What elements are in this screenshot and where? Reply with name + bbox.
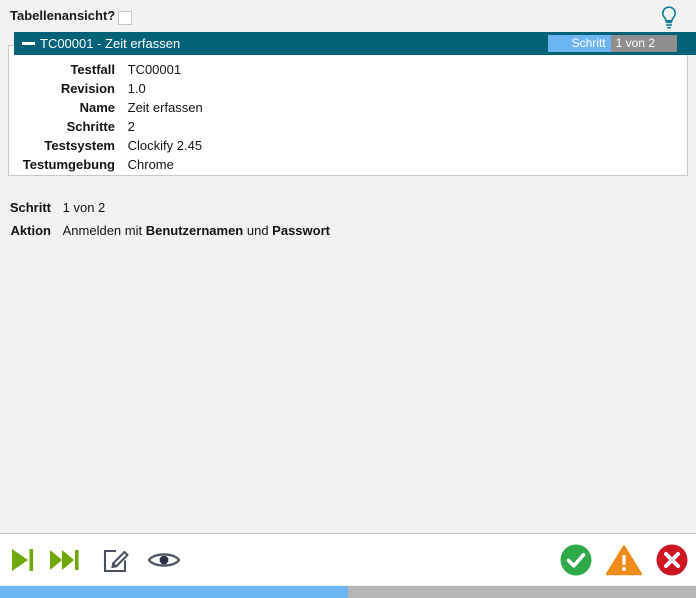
edit-pencil-square-icon bbox=[100, 544, 132, 579]
bottom-progress-bar bbox=[0, 586, 696, 598]
action-term-1: Benutzernamen bbox=[145, 223, 244, 238]
fast-forward-end-icon bbox=[48, 545, 84, 578]
testcase-header-bar[interactable]: TC00001 - Zeit erfassen Schritt 1 von 2 bbox=[14, 32, 696, 55]
detail-label: Revision bbox=[60, 81, 115, 96]
detail-row: Testfall TC00001 bbox=[9, 60, 687, 79]
check-circle-icon bbox=[559, 543, 593, 580]
detail-label: Testumgebung bbox=[22, 157, 115, 172]
detail-row: Testumgebung Chrome bbox=[9, 155, 687, 174]
x-circle-icon bbox=[655, 543, 689, 580]
current-action-row: Aktion Anmelden mit Benutzernamen und Pa… bbox=[0, 219, 696, 242]
detail-value: TC00001 bbox=[127, 62, 182, 77]
testcase-title: TC00001 - Zeit erfassen bbox=[40, 36, 181, 51]
table-view-label: Tabellenansicht? bbox=[10, 8, 116, 23]
result-warn-button[interactable] bbox=[604, 543, 644, 579]
current-action-value: Anmelden mit Benutzernamen und Passwort bbox=[55, 219, 330, 242]
action-term-2: Passwort bbox=[272, 223, 330, 238]
current-action-label: Aktion bbox=[10, 223, 51, 238]
detail-value: 1.0 bbox=[127, 81, 146, 96]
lightbulb-icon[interactable] bbox=[657, 4, 681, 30]
detail-row: Revision 1.0 bbox=[9, 79, 687, 98]
step-progress-badge: Schritt 1 von 2 bbox=[547, 35, 677, 52]
minus-collapse-icon[interactable] bbox=[22, 42, 35, 45]
detail-row: Schritte 2 bbox=[9, 117, 687, 136]
skip-next-icon bbox=[7, 545, 37, 578]
current-step-value: 1 von 2 bbox=[62, 200, 106, 215]
bottom-progress-fill bbox=[0, 586, 348, 598]
table-view-checkbox[interactable] bbox=[118, 11, 132, 25]
detail-label: Testfall bbox=[70, 62, 115, 77]
eye-icon bbox=[147, 548, 181, 575]
view-button[interactable] bbox=[144, 543, 184, 579]
testcase-detail-list: Testfall TC00001 Revision 1.0 Name Zeit … bbox=[9, 60, 687, 174]
step-progress-rest-label: 1 von 2 bbox=[610, 35, 677, 52]
current-step-label: Schritt bbox=[9, 200, 51, 215]
edit-button[interactable] bbox=[96, 543, 136, 579]
testcase-card: Testfall TC00001 Revision 1.0 Name Zeit … bbox=[8, 45, 688, 176]
result-pass-button[interactable] bbox=[556, 543, 596, 579]
result-fail-button[interactable] bbox=[652, 543, 692, 579]
action-prefix: Anmelden mit bbox=[62, 223, 146, 238]
action-middle: und bbox=[243, 223, 273, 238]
detail-row: Testsystem Clockify 2.45 bbox=[9, 136, 687, 155]
top-bar: Tabellenansicht? bbox=[0, 0, 696, 32]
run-to-end-button[interactable] bbox=[46, 543, 86, 579]
detail-value: Zeit erfassen bbox=[127, 100, 203, 115]
detail-row: Name Zeit erfassen bbox=[9, 98, 687, 117]
detail-label: Testsystem bbox=[44, 138, 115, 153]
current-step-row: Schritt 1 von 2 bbox=[0, 196, 696, 219]
bottom-toolbar bbox=[0, 533, 696, 585]
step-progress-done-label: Schritt bbox=[547, 35, 611, 52]
detail-label: Name bbox=[79, 100, 115, 115]
detail-value: Clockify 2.45 bbox=[127, 138, 203, 153]
detail-value: Chrome bbox=[127, 157, 174, 172]
warning-triangle-icon bbox=[605, 544, 643, 579]
detail-value: 2 bbox=[127, 119, 135, 134]
step-forward-button[interactable] bbox=[2, 543, 42, 579]
detail-label: Schritte bbox=[66, 119, 115, 134]
current-step-block: Schritt 1 von 2 Aktion Anmelden mit Benu… bbox=[0, 196, 696, 242]
